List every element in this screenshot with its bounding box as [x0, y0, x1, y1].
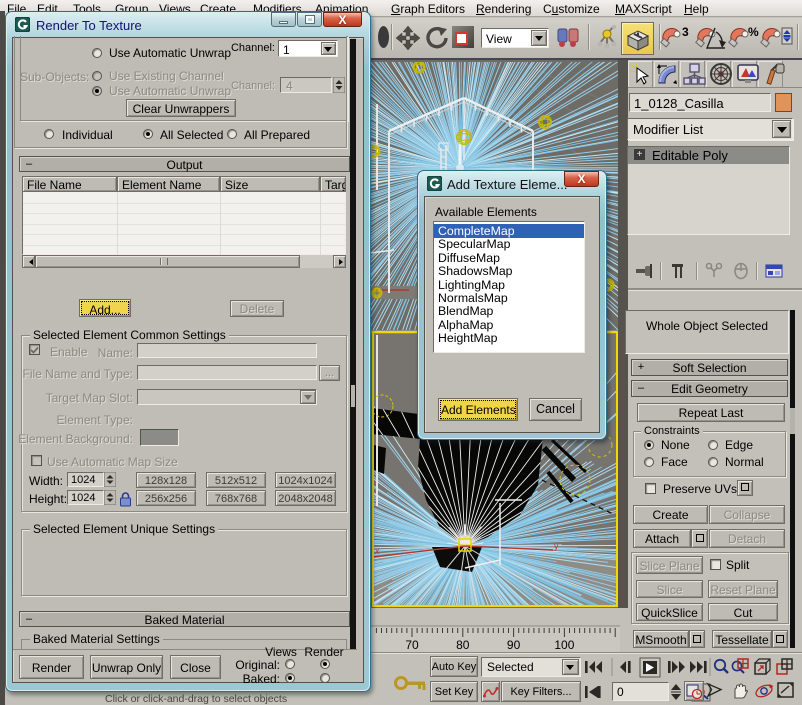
- svg-text:%: %: [748, 26, 759, 39]
- svg-text:y: y: [554, 541, 559, 551]
- svg-text:70: 70: [405, 638, 419, 652]
- svg-text:100: 100: [554, 638, 574, 652]
- svg-text:3: 3: [682, 26, 689, 39]
- svg-text:90: 90: [507, 638, 521, 652]
- svg-text:x: x: [375, 546, 380, 556]
- svg-text:80: 80: [456, 638, 470, 652]
